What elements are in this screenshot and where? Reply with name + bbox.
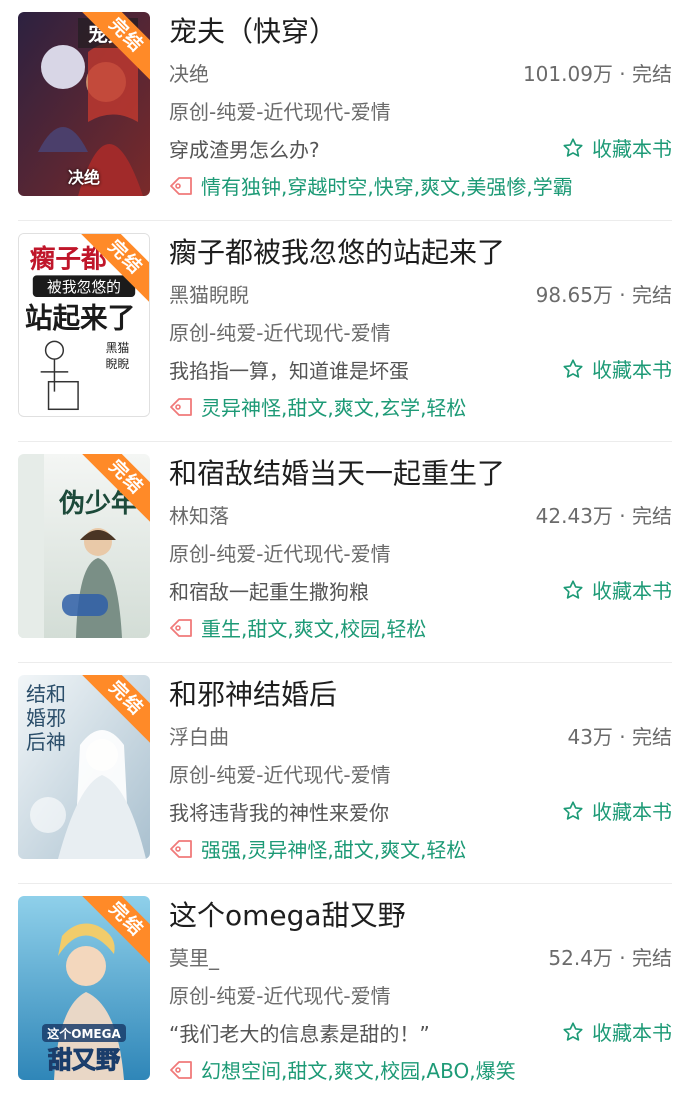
star-outline-icon (563, 1021, 583, 1041)
tag-list[interactable]: 强强,灵异神怪,甜文,爽文,轻松 (201, 834, 466, 863)
book-intro: 我将违背我的神性来爱你 (169, 801, 389, 825)
book-category: 原创-纯爱-近代现代-爱情 (169, 542, 391, 566)
book-intro: 穿成渣男怎么办? (169, 138, 320, 162)
book-info: 和宿敌结婚当天一起重生了 林知落 42.43万 · 完结 原创-纯爱-近代现代-… (169, 442, 672, 663)
book-author[interactable]: 决绝 (169, 58, 209, 87)
book-info: 瘸子都被我忽悠的站起来了 黑猫睨睨 98.65万 · 完结 原创-纯爱-近代现代… (169, 221, 672, 442)
book-category: 原创-纯爱-近代现代-爱情 (169, 763, 391, 787)
book-tags: 重生,甜文,爽文,校园,轻松 (169, 613, 426, 642)
tag-icon (170, 397, 192, 416)
favorite-label: 收藏本书 (592, 358, 672, 382)
book-item[interactable]: 结和 婚邪 后神 完结 和邪神结婚后 浮白曲 43万 · 完结 原创-纯爱-近代… (0, 663, 690, 884)
book-stats: 52.4万 · 完结 (548, 946, 672, 970)
svg-text:睨睨: 睨睨 (106, 357, 130, 371)
book-author[interactable]: 黑猫睨睨 (169, 279, 249, 308)
tag-icon (170, 839, 192, 858)
book-item[interactable]: 瘸子都 被我忽悠的 站起来了 黑猫 睨睨 完结 瘸子都被我忽悠的站起来了 黑猫睨… (0, 221, 690, 442)
book-stats: 98.65万 · 完结 (535, 283, 672, 307)
book-author[interactable]: 莫里_ (169, 942, 219, 971)
book-intro: “我们老大的信息素是甜的！” (169, 1022, 430, 1046)
tag-list[interactable]: 重生,甜文,爽文,校园,轻松 (201, 613, 426, 642)
svg-text:后神: 后神 (26, 730, 66, 754)
favorite-button[interactable]: 收藏本书 (562, 575, 672, 604)
book-title[interactable]: 瘸子都被我忽悠的站起来了 (169, 231, 505, 271)
star-outline-icon (563, 579, 583, 599)
svg-text:这个OMEGA: 这个OMEGA (47, 1026, 121, 1041)
favorite-label: 收藏本书 (592, 1021, 672, 1045)
book-item[interactable]: 宠夫 完结 决绝 宠夫（快穿） 决绝 101.09万 · 完结 原创-纯爱-近代… (0, 0, 690, 221)
book-item[interactable]: 伪少年 完结 和宿敌结婚当天一起重生了 林知落 42.43万 · 完结 原创-纯… (0, 442, 690, 663)
book-tags: 幻想空间,甜文,爽文,校园,ABO,爆笑 (169, 1055, 516, 1084)
svg-text:甜又野: 甜又野 (48, 1046, 120, 1074)
svg-text:站起来了: 站起来了 (25, 302, 135, 335)
favorite-label: 收藏本书 (592, 137, 672, 161)
svg-text:婚邪: 婚邪 (26, 706, 66, 730)
favorite-label: 收藏本书 (592, 579, 672, 603)
book-category: 原创-纯爱-近代现代-爱情 (169, 984, 391, 1008)
star-outline-icon (563, 137, 583, 157)
favorite-button[interactable]: 收藏本书 (562, 354, 672, 383)
tag-list[interactable]: 幻想空间,甜文,爽文,校园,ABO,爆笑 (201, 1055, 516, 1084)
book-cover[interactable]: 结和 婚邪 后神 完结 (18, 675, 150, 859)
tag-icon (170, 1060, 192, 1079)
book-tags: 情有独钟,穿越时空,快穿,爽文,美强惨,学霸 (169, 171, 573, 200)
book-tags: 强强,灵异神怪,甜文,爽文,轻松 (169, 834, 466, 863)
favorite-button[interactable]: 收藏本书 (562, 133, 672, 162)
book-intro: 我掐指一算，知道谁是坏蛋 (169, 359, 409, 383)
star-outline-icon (563, 358, 583, 378)
book-cover[interactable]: 宠夫 完结 决绝 (18, 12, 150, 196)
book-category: 原创-纯爱-近代现代-爱情 (169, 100, 391, 124)
book-item[interactable]: 这个OMEGA 甜又野 完结 这个omega甜又野 莫里_ 52.4万 · 完结… (0, 884, 690, 1093)
favorite-button[interactable]: 收藏本书 (562, 796, 672, 825)
cover-author-text: 决绝 (67, 168, 100, 187)
book-author[interactable]: 林知落 (169, 500, 229, 529)
book-cover[interactable]: 瘸子都 被我忽悠的 站起来了 黑猫 睨睨 完结 (18, 233, 150, 417)
book-list: 宠夫 完结 决绝 宠夫（快穿） 决绝 101.09万 · 完结 原创-纯爱-近代… (0, 0, 690, 1093)
book-info: 这个omega甜又野 莫里_ 52.4万 · 完结 原创-纯爱-近代现代-爱情 … (169, 884, 672, 1093)
tag-list[interactable]: 灵异神怪,甜文,爽文,玄学,轻松 (201, 392, 466, 421)
book-tags: 灵异神怪,甜文,爽文,玄学,轻松 (169, 392, 466, 421)
favorite-button[interactable]: 收藏本书 (562, 1017, 672, 1046)
book-intro: 和宿敌一起重生撒狗粮 (169, 580, 369, 604)
book-stats: 101.09万 · 完结 (522, 62, 672, 86)
favorite-label: 收藏本书 (592, 800, 672, 824)
book-stats: 43万 · 完结 (567, 725, 672, 749)
tag-icon (170, 176, 192, 195)
book-title[interactable]: 这个omega甜又野 (169, 894, 406, 934)
book-stats: 42.43万 · 完结 (535, 504, 672, 528)
star-outline-icon (563, 800, 583, 820)
tag-icon (170, 618, 192, 637)
book-info: 宠夫（快穿） 决绝 101.09万 · 完结 原创-纯爱-近代现代-爱情 穿成渣… (169, 0, 672, 221)
book-cover[interactable]: 这个OMEGA 甜又野 完结 (18, 896, 150, 1080)
book-info: 和邪神结婚后 浮白曲 43万 · 完结 原创-纯爱-近代现代-爱情 我将违背我的… (169, 663, 672, 884)
svg-text:结和: 结和 (26, 682, 66, 706)
svg-text:被我忽悠的: 被我忽悠的 (47, 279, 121, 296)
svg-text:黑猫: 黑猫 (106, 341, 130, 355)
book-author[interactable]: 浮白曲 (169, 721, 229, 750)
book-title[interactable]: 宠夫（快穿） (169, 10, 337, 50)
tag-list[interactable]: 情有独钟,穿越时空,快穿,爽文,美强惨,学霸 (201, 171, 573, 200)
book-cover[interactable]: 伪少年 完结 (18, 454, 150, 638)
book-title[interactable]: 和邪神结婚后 (169, 673, 337, 713)
book-title[interactable]: 和宿敌结婚当天一起重生了 (169, 452, 505, 492)
book-category: 原创-纯爱-近代现代-爱情 (169, 321, 391, 345)
